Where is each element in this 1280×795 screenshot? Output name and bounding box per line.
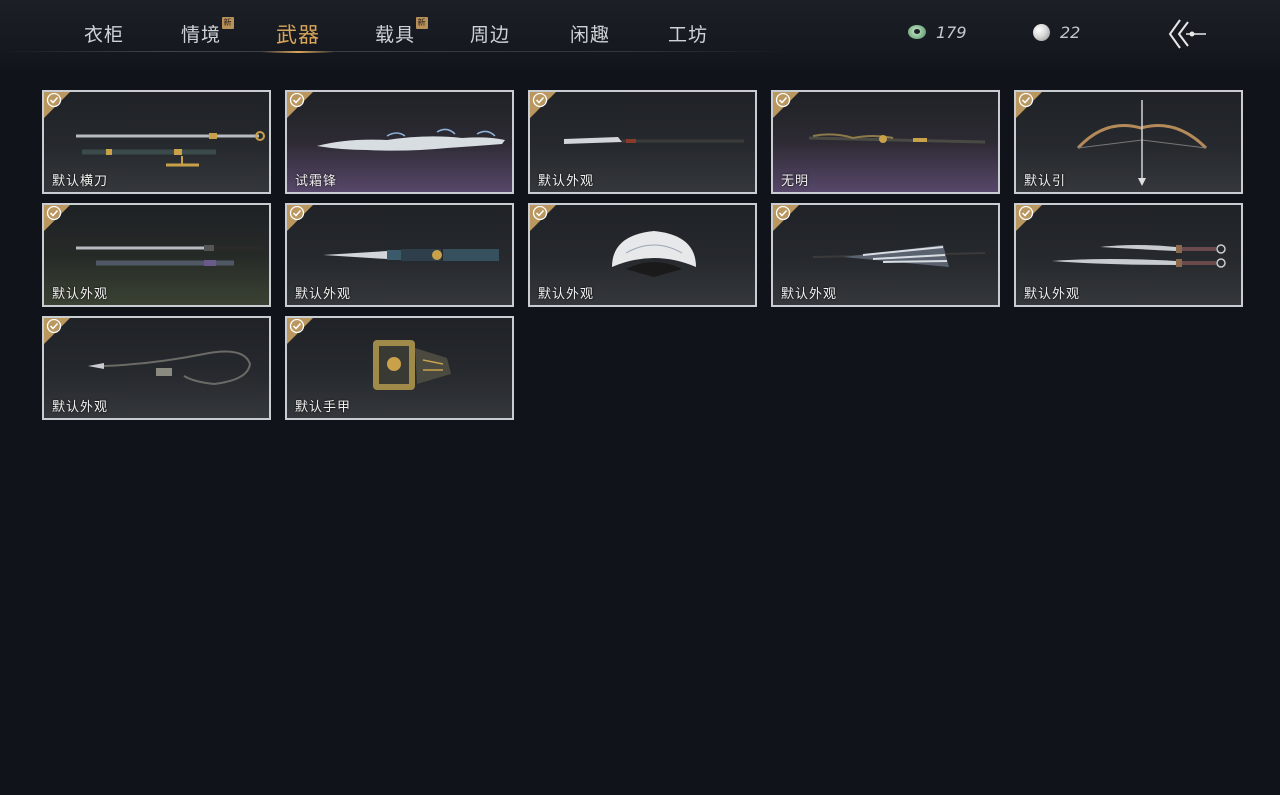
item-name: 默认外观 xyxy=(1024,287,1081,302)
jade-coin-icon xyxy=(908,25,926,39)
jade-currency: 179 xyxy=(908,22,967,42)
checkmark-icon xyxy=(1018,206,1034,220)
checkmark-icon xyxy=(775,93,791,107)
tab-label: 情境 xyxy=(181,24,222,46)
checkmark-icon xyxy=(46,319,62,333)
pearl-currency: 22 xyxy=(1033,22,1080,42)
back-button[interactable] xyxy=(1166,18,1210,50)
top-bar: 衣柜 情境新 武器 载具新 周边 闲趣 工坊 179 22 xyxy=(0,0,1280,74)
item-name: 无明 xyxy=(781,174,810,189)
category-tabs: 衣柜 情境新 武器 载具新 周边 闲趣 工坊 xyxy=(0,0,790,60)
tab-workshop[interactable]: 工坊 xyxy=(668,20,708,52)
item-name: 默认外观 xyxy=(538,287,595,302)
item-name: 试霜锋 xyxy=(295,174,338,189)
checkmark-icon xyxy=(289,319,305,333)
pearl-amount: 22 xyxy=(1060,22,1081,42)
checkmark-icon xyxy=(289,206,305,220)
item-card[interactable]: 默认外观 xyxy=(528,203,757,307)
new-badge: 新 xyxy=(222,17,235,29)
tab-scenario[interactable]: 情境新 xyxy=(181,17,235,52)
item-card[interactable]: 默认外观 xyxy=(42,203,271,307)
checkmark-icon xyxy=(1018,93,1034,107)
tab-weapons[interactable]: 武器 xyxy=(262,19,334,53)
item-card[interactable]: 无明 xyxy=(771,90,1000,194)
item-name: 默认横刀 xyxy=(52,174,109,189)
tab-label: 载具 xyxy=(375,24,416,46)
checkmark-icon xyxy=(46,93,62,107)
tab-vehicles[interactable]: 载具新 xyxy=(375,17,429,52)
tab-leisure[interactable]: 闲趣 xyxy=(570,20,610,52)
tab-label: 闲趣 xyxy=(570,24,611,46)
tab-label: 周边 xyxy=(470,24,511,46)
pearl-icon xyxy=(1033,23,1050,41)
item-name: 默认外观 xyxy=(52,287,109,302)
checkmark-icon xyxy=(46,206,62,220)
new-badge: 新 xyxy=(416,17,429,29)
checkmark-icon xyxy=(289,93,305,107)
checkmark-icon xyxy=(532,206,548,220)
tab-label: 武器 xyxy=(276,23,320,47)
item-card[interactable]: 默认外观 xyxy=(1014,203,1243,307)
checkmark-icon xyxy=(775,206,791,220)
jade-amount: 179 xyxy=(936,22,967,42)
item-name: 默认引 xyxy=(1024,174,1067,189)
item-card[interactable]: 默认外观 xyxy=(528,90,757,194)
active-tab-indicator xyxy=(262,51,334,53)
item-name: 默认外观 xyxy=(781,287,838,302)
checkmark-icon xyxy=(532,93,548,107)
tab-wardrobe[interactable]: 衣柜 xyxy=(84,20,124,52)
item-card[interactable]: 默认手甲 xyxy=(285,316,514,420)
tab-accessories[interactable]: 周边 xyxy=(470,20,510,52)
item-card[interactable]: 默认外观 xyxy=(771,203,1000,307)
item-card[interactable]: 默认引 xyxy=(1014,90,1243,194)
item-name: 默认外观 xyxy=(538,174,595,189)
item-name: 默认外观 xyxy=(52,400,109,415)
item-name: 默认手甲 xyxy=(295,400,352,415)
back-arrow-icon xyxy=(1168,19,1206,49)
tab-label: 衣柜 xyxy=(84,24,125,46)
item-card[interactable]: 默认外观 xyxy=(42,316,271,420)
item-card[interactable]: 默认横刀 xyxy=(42,90,271,194)
item-name: 默认外观 xyxy=(295,287,352,302)
item-card[interactable]: 试霜锋 xyxy=(285,90,514,194)
tab-label: 工坊 xyxy=(668,24,709,46)
item-card[interactable]: 默认外观 xyxy=(285,203,514,307)
